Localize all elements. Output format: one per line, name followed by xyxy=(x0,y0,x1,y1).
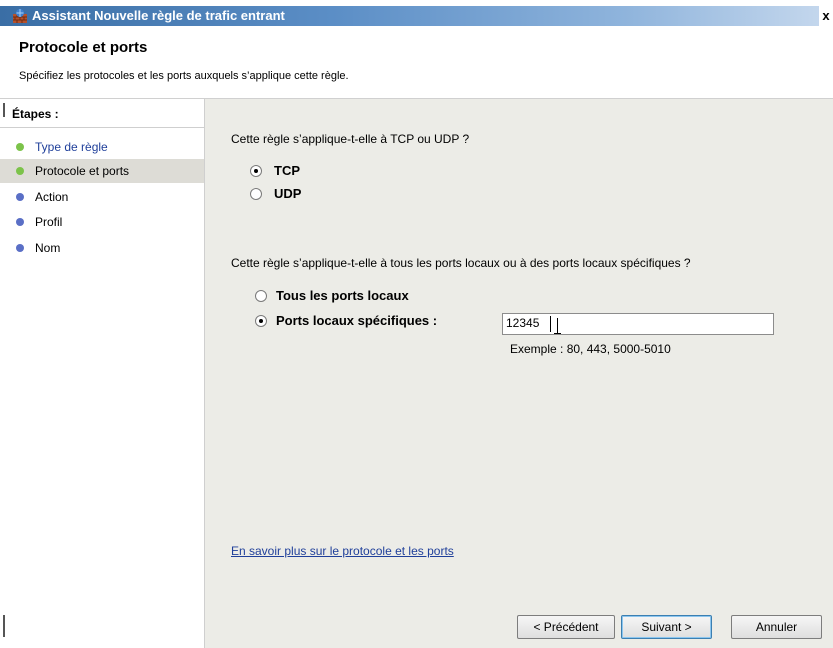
radio-specific-ports-label[interactable]: Ports locaux spécifiques : xyxy=(276,313,437,328)
steps-header: Étapes : xyxy=(0,99,204,128)
step-status-dot xyxy=(16,193,24,201)
step-type-de-regle[interactable]: Type de règle xyxy=(0,135,204,159)
wizard-header: Protocole et ports Spécifiez les protoco… xyxy=(0,26,833,99)
radio-all-ports[interactable] xyxy=(255,290,267,302)
step-label: Nom xyxy=(35,241,61,255)
ibeam-pointer xyxy=(557,318,558,333)
text-cursor xyxy=(550,316,551,332)
radio-tcp[interactable] xyxy=(250,165,262,177)
radio-udp[interactable] xyxy=(250,188,262,200)
learn-more-link[interactable]: En savoir plus sur le protocole et les p… xyxy=(231,544,454,558)
step-status-dot xyxy=(16,218,24,226)
protocol-question: Cette règle s’applique-t-elle à TCP ou U… xyxy=(231,132,470,146)
cancel-button[interactable]: Annuler xyxy=(731,615,822,639)
close-button[interactable]: x xyxy=(819,6,833,26)
next-button[interactable]: Suivant > xyxy=(621,615,712,639)
title-bar: Assistant Nouvelle règle de trafic entra… xyxy=(0,6,833,26)
ports-example: Exemple : 80, 443, 5000-5010 xyxy=(510,342,671,356)
window-title: Assistant Nouvelle règle de trafic entra… xyxy=(32,8,285,23)
step-profil: Profil xyxy=(0,210,204,234)
step-action: Action xyxy=(0,185,204,209)
step-status-dot xyxy=(16,167,24,175)
step-label: Profil xyxy=(35,215,63,229)
radio-udp-label[interactable]: UDP xyxy=(274,186,301,201)
steps-title: Étapes : xyxy=(12,107,59,121)
ports-question: Cette règle s’applique-t-elle à tous les… xyxy=(231,256,691,270)
step-label: Protocole et ports xyxy=(35,164,130,178)
step-protocole-et-ports[interactable]: Protocole et ports xyxy=(0,159,204,183)
ports-input[interactable]: 12345 xyxy=(502,313,774,335)
step-status-dot xyxy=(16,244,24,252)
step-status-dot xyxy=(16,143,24,151)
step-label: Action xyxy=(35,190,69,204)
page-title: Protocole et ports xyxy=(19,39,148,56)
ibeam-pointer-base xyxy=(554,333,561,334)
radio-tcp-label[interactable]: TCP xyxy=(274,163,300,178)
ports-input-value: 12345 xyxy=(506,316,540,330)
step-label: Type de règle xyxy=(35,140,108,154)
step-nom: Nom xyxy=(0,236,204,260)
page-description: Spécifiez les protocoles et les ports au… xyxy=(19,70,349,82)
left-edge-mark-bottom xyxy=(3,615,5,637)
radio-all-ports-label[interactable]: Tous les ports locaux xyxy=(276,288,409,303)
firewall-icon xyxy=(12,8,28,24)
radio-specific-ports[interactable] xyxy=(255,315,267,327)
previous-button[interactable]: < Précédent xyxy=(517,615,615,639)
main-content: Cette règle s’applique-t-elle à TCP ou U… xyxy=(205,99,833,648)
steps-sidebar: Étapes : Type de règle Protocole et port… xyxy=(0,99,205,648)
